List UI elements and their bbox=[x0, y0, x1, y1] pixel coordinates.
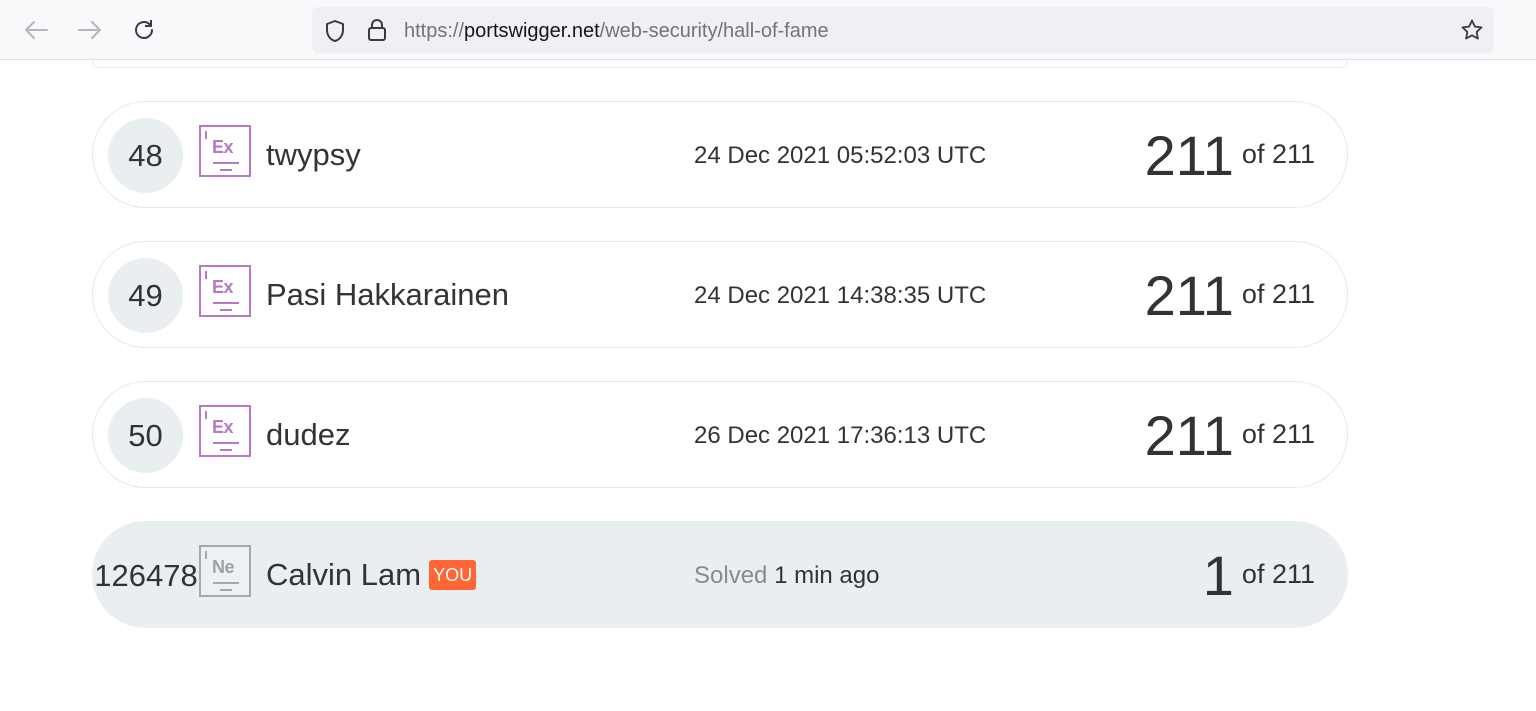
solved-label: Solved bbox=[694, 562, 768, 589]
url-prefix: https:// bbox=[404, 20, 465, 42]
back-arrow-icon[interactable] bbox=[21, 15, 51, 45]
leaderboard-row-partial bbox=[92, 60, 1348, 68]
solved-total: of 211 bbox=[1241, 139, 1315, 169]
user-name: twypsy bbox=[266, 137, 361, 172]
reload-icon[interactable] bbox=[129, 15, 159, 45]
solved-time: 1 min ago bbox=[774, 562, 880, 589]
expert-level-icon: Ex bbox=[199, 265, 251, 317]
user-name: Pasi Hakkarainen bbox=[266, 277, 509, 312]
badge-symbol: Ex bbox=[212, 137, 234, 157]
rank-number: 48 bbox=[108, 118, 183, 193]
badge-symbol: Ex bbox=[212, 277, 234, 297]
url-bar[interactable]: https://portswigger.net/web-security/hal… bbox=[312, 7, 1494, 53]
rank-number: 49 bbox=[108, 258, 183, 333]
badge-symbol: Ne bbox=[212, 557, 235, 577]
completion-date: 26 Dec 2021 17:36:13 UTC bbox=[694, 422, 987, 449]
expert-level-icon: Ex bbox=[199, 125, 251, 177]
leaderboard-row: 50 Ex dudez 26 Dec 2021 17:36:13 UTC 211… bbox=[92, 381, 1348, 488]
current-user-row: 126478 Ne Calvin Lam YOU Solved 1 min ago… bbox=[92, 521, 1348, 628]
expert-level-icon: Ex bbox=[199, 405, 251, 457]
lock-icon[interactable] bbox=[366, 18, 388, 47]
solved-total: of 211 bbox=[1241, 419, 1315, 449]
url-text[interactable]: https://portswigger.net/web-security/hal… bbox=[404, 19, 829, 43]
leaderboard-row: 49 Ex Pasi Hakkarainen 24 Dec 2021 14:38… bbox=[92, 241, 1348, 348]
solved-total: of 211 bbox=[1241, 279, 1315, 309]
score: 1 of 211 bbox=[1203, 546, 1315, 606]
solved-count: 211 bbox=[1144, 264, 1234, 327]
solved-count: 1 bbox=[1202, 544, 1234, 607]
solved-status: Solved 1 min ago bbox=[694, 562, 879, 590]
badge-symbol: Ex bbox=[212, 417, 234, 437]
user-name: Calvin Lam bbox=[266, 557, 422, 592]
browser-toolbar: https://portswigger.net/web-security/hal… bbox=[0, 0, 1536, 60]
solved-count: 211 bbox=[1144, 124, 1234, 187]
leaderboard-row: 48 Ex twypsy 24 Dec 2021 05:52:03 UTC 21… bbox=[92, 101, 1348, 208]
score: 211 of 211 bbox=[1145, 266, 1315, 326]
user-name-container: Calvin Lam YOU bbox=[266, 556, 477, 594]
solved-count: 211 bbox=[1144, 404, 1234, 467]
shield-icon[interactable] bbox=[324, 19, 346, 48]
completion-date: 24 Dec 2021 14:38:35 UTC bbox=[694, 282, 987, 309]
score: 211 of 211 bbox=[1145, 406, 1315, 466]
url-path: /web-security/hall-of-fame bbox=[599, 20, 829, 42]
rank-number: 50 bbox=[108, 398, 183, 473]
you-badge: YOU bbox=[429, 560, 477, 590]
solved-total: of 211 bbox=[1241, 559, 1315, 589]
rank-number: 126478 bbox=[94, 557, 198, 593]
novice-level-icon: Ne bbox=[199, 545, 251, 597]
bookmark-star-icon[interactable] bbox=[1460, 18, 1484, 47]
forward-arrow-icon[interactable] bbox=[75, 15, 105, 45]
user-name: dudez bbox=[266, 417, 351, 452]
url-host: portswigger.net bbox=[464, 20, 600, 42]
score: 211 of 211 bbox=[1145, 126, 1315, 186]
completion-date: 24 Dec 2021 05:52:03 UTC bbox=[694, 142, 987, 169]
